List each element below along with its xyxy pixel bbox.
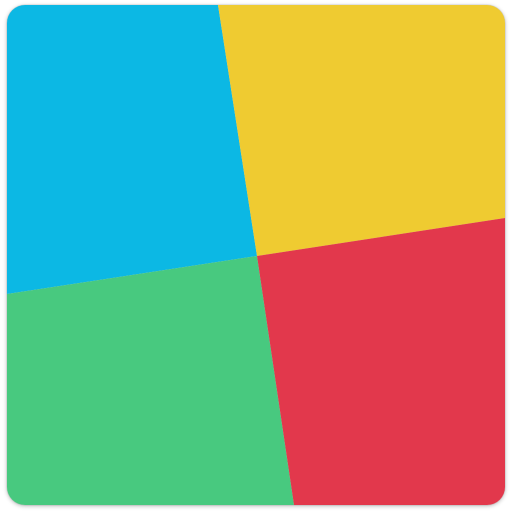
four-color-tile-icon[interactable] bbox=[7, 5, 505, 505]
quadrant-top-left bbox=[7, 5, 257, 294]
canvas bbox=[0, 0, 512, 512]
tile-graphic bbox=[7, 5, 505, 505]
quadrant-bottom-left bbox=[7, 256, 294, 505]
quadrant-bottom-right bbox=[257, 218, 505, 505]
quadrant-top-right bbox=[218, 5, 505, 256]
